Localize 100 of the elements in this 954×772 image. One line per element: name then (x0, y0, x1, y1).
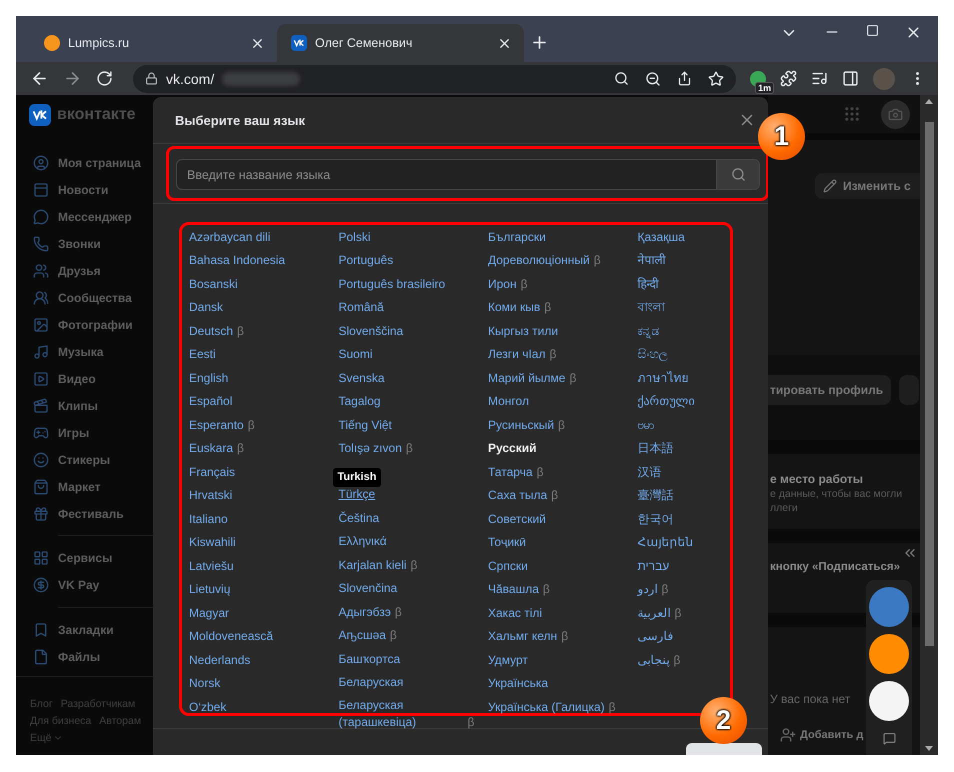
search-button[interactable] (716, 160, 759, 189)
language-link[interactable]: Татарча (488, 464, 533, 481)
language-link[interactable]: Dansk (189, 299, 224, 316)
language-link[interactable]: Deutsch (189, 322, 234, 340)
language-link[interactable]: Français (189, 464, 236, 481)
language-link[interactable]: Беларуская (тарашкевіца) (338, 696, 464, 731)
media-list-icon[interactable] (811, 70, 828, 87)
language-link[interactable]: Удмурт (488, 652, 528, 669)
scrollbar[interactable] (920, 95, 938, 755)
language-link[interactable]: العربية (638, 604, 670, 622)
address-bar[interactable]: vk.com/ (133, 64, 736, 92)
language-link[interactable]: हिन्दी (638, 276, 658, 293)
language-link[interactable]: O‘zbek (189, 698, 226, 716)
language-link[interactable]: Ελληνικά (338, 533, 387, 550)
language-link[interactable]: Саха тыла (488, 487, 548, 504)
zoom-out-icon[interactable] (645, 70, 662, 86)
app-icon[interactable] (869, 634, 909, 674)
reload-icon[interactable] (96, 70, 113, 87)
language-link[interactable]: বাংলা (638, 299, 664, 316)
footer-button[interactable] (686, 743, 762, 755)
language-link[interactable]: עברית (638, 558, 670, 575)
language-link[interactable]: Аҧсшәа (338, 627, 386, 644)
language-link[interactable]: Tagalog (338, 393, 381, 410)
edit-profile-button[interactable]: тировать профиль (768, 375, 892, 405)
language-link[interactable]: Norsk (189, 675, 220, 692)
language-link[interactable]: Хакас тілі (488, 604, 542, 622)
language-link[interactable]: Тоҷикӣ (488, 534, 526, 552)
language-link[interactable]: Советский (488, 510, 546, 528)
language-link[interactable]: Karjalan kieli (338, 556, 407, 574)
language-link[interactable]: Hrvatski (189, 487, 232, 504)
share-icon[interactable] (677, 71, 692, 86)
language-link[interactable]: සිංහල (638, 346, 668, 364)
browser-tab[interactable]: Lumpics.ru (30, 24, 277, 62)
language-link[interactable]: Euskara (189, 440, 234, 458)
language-link[interactable]: Português (338, 252, 394, 270)
language-link[interactable]: Nederlands (189, 652, 250, 669)
language-link[interactable]: ქართული (638, 393, 694, 410)
language-link[interactable]: Монгол (488, 393, 529, 410)
language-link[interactable]: Tolışə zıvon (338, 440, 402, 458)
language-link[interactable]: Қазақша (638, 228, 685, 246)
language-link[interactable]: Српски (488, 558, 528, 575)
star-icon[interactable] (708, 70, 724, 86)
language-link[interactable]: Кыргыз тили (488, 322, 558, 340)
language-link[interactable]: Suomi (338, 346, 373, 364)
language-link[interactable]: Bosanski (189, 276, 238, 293)
language-link[interactable]: Lietuvių (189, 581, 230, 598)
language-link[interactable]: 한국어 (638, 510, 674, 528)
language-link[interactable]: Español (189, 393, 232, 410)
language-link[interactable]: Русиньскый (488, 416, 554, 434)
language-link[interactable]: ဗမာ (638, 416, 654, 434)
language-link[interactable]: فارسی (638, 628, 674, 646)
language-link[interactable]: پنجابی (638, 652, 670, 669)
language-link[interactable]: Polski (338, 228, 371, 246)
language-link[interactable]: Moldovenească (189, 628, 274, 646)
language-link[interactable]: Português brasileiro (338, 276, 446, 293)
scroll-up-icon[interactable] (925, 99, 933, 104)
language-link[interactable]: ಕನ್ನಡ (638, 322, 660, 340)
language-link[interactable]: Адыгэбзэ (338, 604, 391, 621)
language-link[interactable]: Українська (488, 675, 548, 692)
language-link[interactable]: Հայերեն (638, 534, 694, 552)
search-icon[interactable] (614, 71, 630, 86)
language-link[interactable]: Bahasa Indonesia (189, 252, 286, 270)
language-link[interactable]: Українська (Галицка) (488, 698, 605, 716)
language-link[interactable]: नेपाली (638, 252, 666, 270)
language-link[interactable]: Magyar (189, 604, 230, 622)
language-link[interactable]: Čeština (338, 510, 380, 527)
language-link[interactable]: Italiano (189, 510, 228, 528)
language-link[interactable]: Română (338, 299, 384, 316)
language-link[interactable]: 日本語 (638, 440, 674, 458)
browser-tab[interactable]: Олег Семенович (277, 24, 524, 62)
language-link[interactable]: Башҡортса (338, 650, 400, 668)
language-link[interactable]: Дореволюціонный (488, 252, 590, 270)
language-link[interactable]: Slovenščina (338, 322, 404, 340)
language-link[interactable]: Русский (488, 440, 536, 458)
language-link[interactable]: Коми кыв (488, 299, 540, 316)
language-link[interactable]: 臺灣話 (638, 487, 674, 504)
add-friend-button[interactable]: Добавить д (770, 726, 864, 744)
app-icon[interactable] (869, 681, 909, 721)
language-link[interactable]: Ирон (488, 276, 517, 293)
chat-icon[interactable] (882, 732, 896, 745)
language-link[interactable]: Eesti (189, 346, 216, 364)
forward-arrow-icon[interactable] (63, 69, 82, 88)
language-link[interactable]: اردو (638, 581, 658, 598)
side-panel-icon[interactable] (842, 70, 860, 87)
language-link[interactable]: Лезги чӀал (488, 346, 546, 364)
scroll-down-icon[interactable] (925, 746, 933, 751)
language-link[interactable]: Esperanto (189, 416, 244, 434)
language-link[interactable]: 汉语 (638, 464, 662, 481)
language-link[interactable]: Azərbaycan dili (189, 228, 270, 246)
language-link[interactable]: Türkçe (338, 486, 376, 504)
language-link[interactable]: English (189, 370, 228, 387)
language-link[interactable]: Български (488, 228, 546, 246)
language-link[interactable]: Latviešu (189, 558, 234, 575)
language-link[interactable]: Чӑвашла (488, 581, 539, 598)
language-link[interactable]: Tiếng Việt (338, 416, 392, 434)
language-link[interactable]: Kiswahili (189, 534, 236, 552)
language-link[interactable]: Марий йылме (488, 370, 566, 387)
language-link[interactable]: Svenska (338, 370, 385, 387)
language-link[interactable]: Беларуская (338, 674, 404, 692)
language-link[interactable]: ภาษาไทย (638, 370, 688, 387)
